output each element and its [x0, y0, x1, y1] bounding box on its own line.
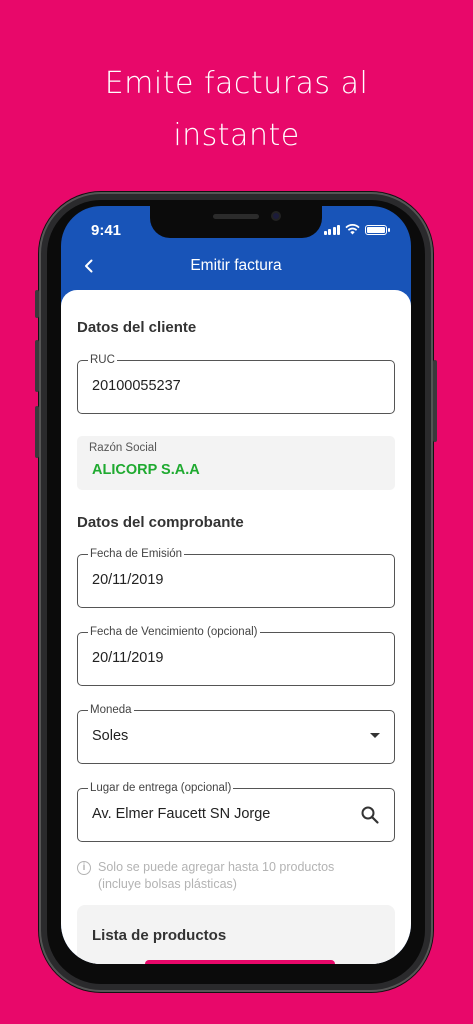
ruc-value: 20100055237	[92, 378, 181, 394]
products-list-title: Lista de productos	[92, 927, 227, 944]
products-limit-note: i Solo se puede agregar hasta 10 product…	[77, 859, 395, 893]
battery-icon	[365, 224, 390, 235]
razon-social-field: Razón Social ALICORP S.A.A	[77, 436, 395, 490]
promo-headline: Emite facturas al instante	[0, 58, 473, 162]
razon-social-label: Razón Social	[89, 442, 157, 454]
phone-volume-down	[35, 406, 39, 458]
headline-line-2: instante	[173, 118, 300, 153]
fecha-vencimiento-value: 20/11/2019	[92, 650, 164, 666]
phone-volume-up	[35, 340, 39, 392]
phone-frame: 9:41 Emitir factura Datos del cliente RU…	[35, 192, 437, 992]
page-title: Emitir factura	[190, 257, 282, 274]
status-time: 9:41	[91, 222, 122, 239]
form-sheet: Datos del cliente RUC 20100055237 Razón …	[61, 290, 411, 964]
dropdown-arrow-icon	[370, 733, 380, 738]
client-section-title: Datos del cliente	[77, 319, 197, 336]
lugar-entrega-label: Lugar de entrega (opcional)	[88, 781, 234, 795]
app-screen: 9:41 Emitir factura Datos del cliente RU…	[61, 206, 411, 964]
fecha-emision-value: 20/11/2019	[92, 572, 164, 588]
moneda-select[interactable]: Moneda Soles	[77, 703, 395, 764]
ruc-label: RUC	[88, 353, 117, 367]
moneda-label: Moneda	[88, 703, 134, 717]
products-list-card: Lista de productos	[77, 905, 395, 964]
lugar-entrega-value: Av. Elmer Faucett SN Jorge	[92, 806, 271, 822]
phone-power-button	[433, 360, 437, 442]
signal-icon	[323, 224, 340, 235]
razon-social-value: ALICORP S.A.A	[92, 462, 200, 478]
note-line-2: (incluye bolsas plásticas)	[98, 877, 237, 891]
info-icon: i	[77, 861, 91, 875]
status-icons	[323, 224, 390, 235]
search-icon[interactable]	[360, 805, 380, 825]
fecha-emision-label: Fecha de Emisión	[88, 547, 185, 561]
speaker-grille	[213, 214, 259, 219]
moneda-value: Soles	[92, 728, 129, 744]
app-bar: Emitir factura	[61, 246, 411, 286]
note-text: Solo se puede agregar hasta 10 productos…	[98, 859, 334, 893]
phone-notch	[150, 206, 322, 238]
lugar-entrega-field[interactable]: Lugar de entrega (opcional) Av. Elmer Fa…	[77, 781, 395, 842]
note-line-1: Solo se puede agregar hasta 10 productos	[98, 860, 335, 874]
voucher-section-title: Datos del comprobante	[77, 514, 244, 531]
fecha-vencimiento-label: Fecha de Vencimiento (opcional)	[88, 625, 260, 639]
ruc-field[interactable]: RUC 20100055237	[77, 353, 395, 414]
wifi-icon	[345, 224, 360, 235]
phone-silent-switch	[35, 290, 39, 318]
fecha-emision-field[interactable]: Fecha de Emisión 20/11/2019	[77, 547, 395, 608]
headline-line-1: Emite facturas al	[104, 66, 369, 101]
front-camera	[271, 211, 281, 221]
fecha-vencimiento-field[interactable]: Fecha de Vencimiento (opcional) 20/11/20…	[77, 625, 395, 686]
bottom-action-bar[interactable]	[145, 960, 335, 964]
